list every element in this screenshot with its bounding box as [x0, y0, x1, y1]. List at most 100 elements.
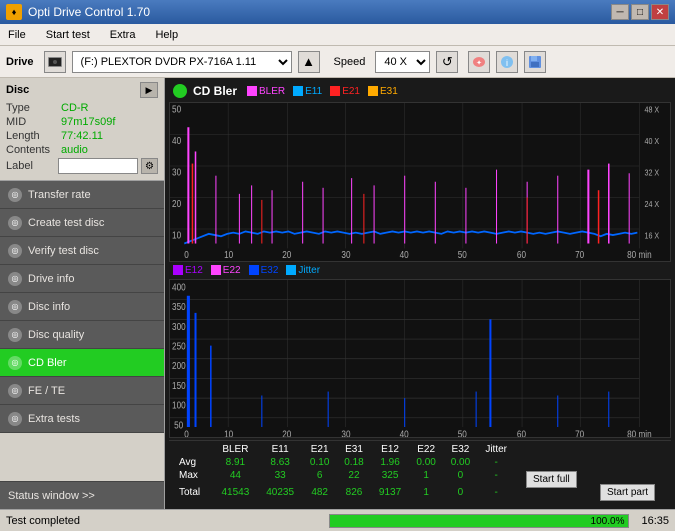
- svg-text:40: 40: [172, 136, 181, 147]
- close-button[interactable]: ✕: [651, 4, 669, 20]
- toolbar: Drive (F:) PLEXTOR DVDR PX-716A 1.11 ▲ S…: [0, 46, 675, 78]
- chart-title-icon: [173, 84, 187, 98]
- svg-text:40 X: 40 X: [644, 137, 659, 147]
- transfer-rate-icon: ◎: [8, 188, 22, 202]
- svg-text:48 X: 48 X: [644, 105, 659, 115]
- avg-e11: 8.63: [258, 456, 303, 469]
- svg-text:24 X: 24 X: [644, 200, 659, 210]
- avg-label: Avg: [173, 456, 213, 469]
- maximize-button[interactable]: □: [631, 4, 649, 20]
- bottom-chart-svg: 400 350 300 250 200 150 100 50 0 10 20 3…: [169, 279, 671, 439]
- svg-text:32 X: 32 X: [644, 168, 659, 178]
- legend-e21: E21: [330, 86, 360, 97]
- eject-button[interactable]: ▲: [298, 51, 320, 73]
- avg-bler: 8.91: [213, 456, 258, 469]
- disc-arrow-button[interactable]: ▶: [140, 82, 158, 98]
- drive-select[interactable]: (F:) PLEXTOR DVDR PX-716A 1.11: [72, 51, 292, 73]
- speed-select[interactable]: 40 X: [375, 51, 430, 73]
- total-e21: 482: [303, 482, 337, 503]
- info-button[interactable]: i: [496, 51, 518, 73]
- total-e32: 0: [443, 482, 477, 503]
- sidebar-item-verify-test-disc[interactable]: ◎ Verify test disc: [0, 237, 164, 265]
- col-header-e21: E21: [303, 443, 337, 456]
- disc-contents-row: Contents audio: [6, 144, 158, 156]
- start-part-button[interactable]: Start part: [600, 484, 655, 501]
- svg-text:80 min: 80 min: [627, 249, 652, 260]
- cd-bler-icon: ◎: [8, 356, 22, 370]
- start-full-button[interactable]: Start full: [526, 471, 577, 488]
- clean-button[interactable]: ✦: [468, 51, 490, 73]
- col-header-bler: BLER: [213, 443, 258, 456]
- total-jitter: -: [478, 482, 515, 503]
- svg-text:0: 0: [184, 249, 189, 260]
- svg-text:50: 50: [458, 249, 467, 260]
- svg-text:10: 10: [224, 249, 233, 260]
- fe-te-icon: ◎: [8, 384, 22, 398]
- max-e12: 325: [371, 469, 409, 482]
- col-header-e31: E31: [337, 443, 371, 456]
- legend-e12: E12: [173, 265, 203, 276]
- svg-text:70: 70: [575, 427, 584, 438]
- menu-start-test[interactable]: Start test: [42, 28, 94, 42]
- progress-percent: 100.0%: [591, 515, 625, 529]
- svg-text:30: 30: [341, 249, 350, 260]
- window-controls: ─ □ ✕: [611, 4, 669, 20]
- disc-panel-title: Disc: [6, 84, 29, 96]
- disc-label-label: Label: [6, 160, 58, 172]
- sidebar-item-drive-info[interactable]: ◎ Drive info: [0, 265, 164, 293]
- minimize-button[interactable]: ─: [611, 4, 629, 20]
- svg-text:40: 40: [400, 249, 409, 260]
- sidebar-item-cd-bler[interactable]: ◎ CD Bler: [0, 349, 164, 377]
- max-jitter: -: [478, 469, 515, 482]
- col-header-e11: E11: [258, 443, 303, 456]
- extra-tests-icon: ◎: [8, 412, 22, 426]
- top-legend: BLER E11 E21 E31: [247, 86, 398, 97]
- app-icon: ♦: [6, 4, 22, 20]
- disc-length-label: Length: [6, 130, 61, 142]
- max-e21: 6: [303, 469, 337, 482]
- drive-info-icon: ◎: [8, 272, 22, 286]
- stats-row-total: Total 41543 40235 482 826 9137 1 0 - Sta…: [173, 482, 667, 503]
- stats-bar: BLER E11 E21 E31 E12 E22 E32 Jitter: [169, 440, 671, 505]
- menu-file[interactable]: File: [4, 28, 30, 42]
- sidebar-item-transfer-rate[interactable]: ◎ Transfer rate: [0, 181, 164, 209]
- svg-text:20: 20: [172, 199, 181, 210]
- stats-row-avg: Avg 8.91 8.63 0.10 0.18 1.96 0.00 0.00 -…: [173, 456, 667, 469]
- avg-e32: 0.00: [443, 456, 477, 469]
- create-test-disc-icon: ◎: [8, 216, 22, 230]
- col-header-e12: E12: [371, 443, 409, 456]
- chart-header: CD Bler BLER E11 E21: [169, 82, 671, 100]
- disc-settings-button[interactable]: ⚙: [141, 158, 158, 174]
- content-area: CD Bler BLER E11 E21: [165, 78, 675, 509]
- svg-text:10: 10: [224, 427, 233, 438]
- svg-text:80 min: 80 min: [627, 427, 651, 438]
- sidebar-item-fe-te[interactable]: ◎ FE / TE: [0, 377, 164, 405]
- legend-e31: E31: [368, 86, 398, 97]
- disc-type-label: Type: [6, 102, 61, 114]
- title-bar: ♦ Opti Drive Control 1.70 ─ □ ✕: [0, 0, 675, 24]
- avg-jitter: -: [478, 456, 515, 469]
- total-e22: 1: [409, 482, 443, 503]
- status-window-button[interactable]: Status window >>: [0, 481, 164, 509]
- refresh-button[interactable]: ↺: [436, 51, 458, 73]
- col-header-label: [173, 443, 213, 456]
- save-button[interactable]: [524, 51, 546, 73]
- chart-title: CD Bler: [193, 84, 237, 98]
- svg-text:16 X: 16 X: [644, 231, 659, 241]
- legend-bler: BLER: [247, 86, 285, 97]
- menu-extra[interactable]: Extra: [106, 28, 140, 42]
- sidebar-menu: ◎ Transfer rate ◎ Create test disc ◎ Ver…: [0, 181, 164, 481]
- menu-help[interactable]: Help: [151, 28, 182, 42]
- sidebar-item-disc-quality[interactable]: ◎ Disc quality: [0, 321, 164, 349]
- svg-text:150: 150: [172, 378, 186, 390]
- svg-text:30: 30: [341, 427, 350, 438]
- col-header-e22: E22: [409, 443, 443, 456]
- disc-label-input[interactable]: [58, 158, 138, 174]
- sidebar-item-disc-info[interactable]: ◎ Disc info: [0, 293, 164, 321]
- sidebar-item-extra-tests[interactable]: ◎ Extra tests: [0, 405, 164, 433]
- svg-text:60: 60: [517, 427, 526, 438]
- drive-icon-btn[interactable]: [44, 51, 66, 73]
- sidebar-item-create-test-disc[interactable]: ◎ Create test disc: [0, 209, 164, 237]
- svg-text:200: 200: [172, 359, 186, 371]
- sidebar: Disc ▶ Type CD-R MID 97m17s09f Length 77…: [0, 78, 165, 509]
